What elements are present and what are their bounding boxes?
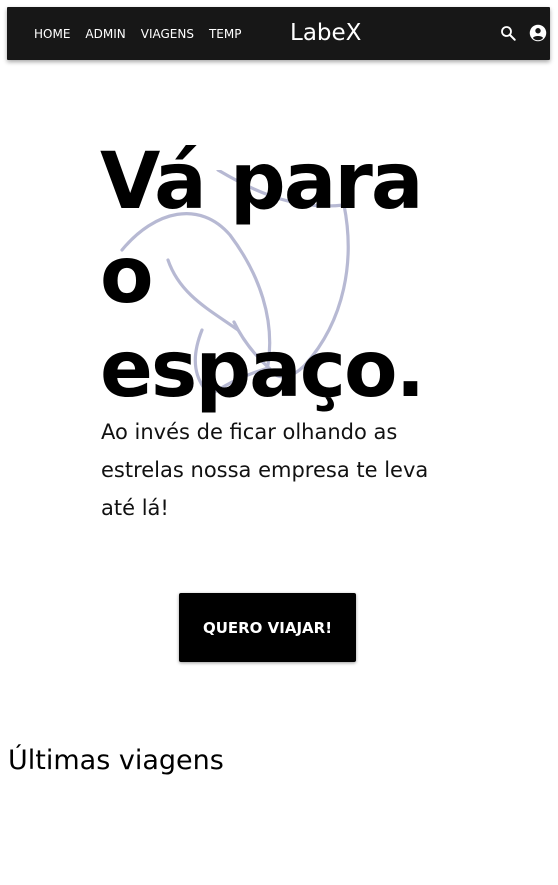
nav-links: HOME ADMIN VIAGENS TEMP	[34, 7, 256, 60]
latest-trips-title: Últimas viagens	[8, 745, 224, 776]
nav-link-admin[interactable]: ADMIN	[85, 27, 125, 41]
nav-link-viagens[interactable]: VIAGENS	[141, 27, 194, 41]
account-circle-icon[interactable]	[529, 24, 547, 42]
nav-link-temp[interactable]: TEMP	[209, 27, 242, 41]
nav-link-home[interactable]: HOME	[34, 27, 70, 41]
top-navbar: HOME ADMIN VIAGENS TEMP LabeX	[7, 7, 550, 60]
hero-section: Vá para o espaço. Ao invés de ficar olha…	[0, 60, 558, 700]
brand-logo-text[interactable]: LabeX	[290, 20, 361, 46]
hero-title: Vá para o espaço.	[100, 137, 425, 415]
quero-viajar-button[interactable]: QUERO VIAJAR!	[179, 593, 356, 662]
search-icon[interactable]	[499, 24, 517, 42]
hero-subtitle: Ao invés de ficar olhando as estrelas no…	[101, 420, 429, 520]
